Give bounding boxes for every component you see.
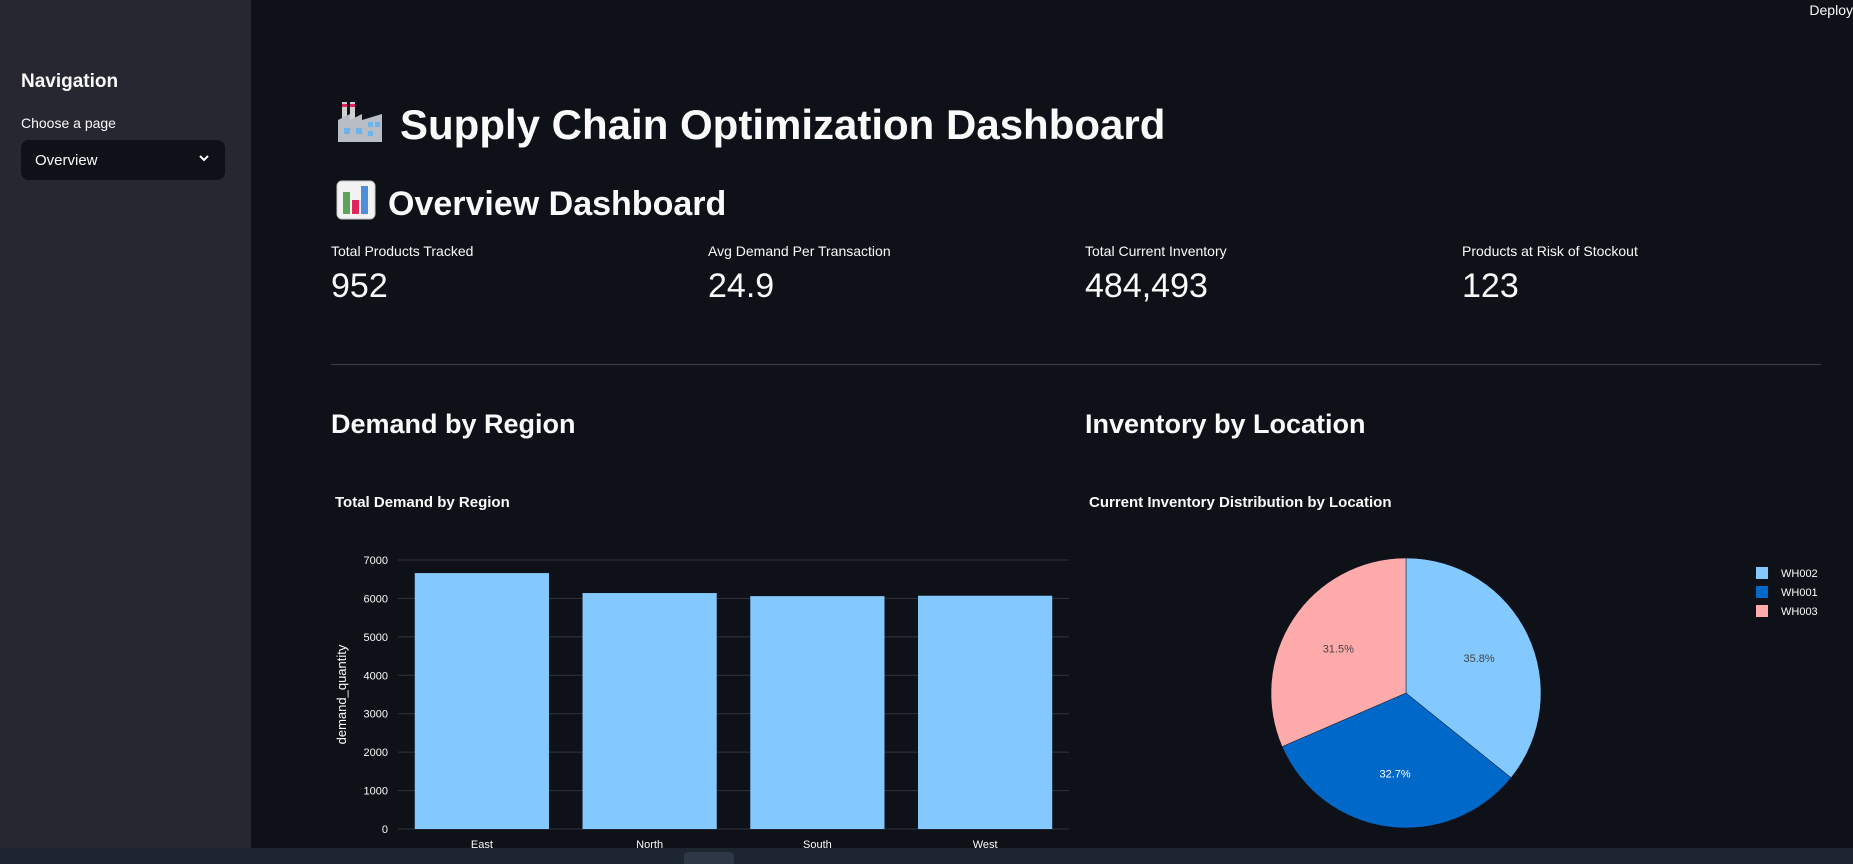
legend-label: WH002 [1781,568,1818,580]
pie-chart: 35.8% 32.7% 31.5% WH002 WH001 WH003 [1270,557,1818,829]
divider [331,364,1821,365]
y-tick-label: 6000 [364,593,388,605]
legend-label: WH001 [1781,587,1818,599]
metric-total-products: Total Products Tracked 952 [331,243,473,306]
y-tick-label: 1000 [364,786,388,798]
sidebar-title: Navigation [21,71,119,92]
bar [750,596,885,829]
legend-label: WH003 [1781,606,1818,618]
sidebar: Navigation Choose a page Overview [0,0,251,848]
bar-chart-title: Total Demand by Region [335,494,510,511]
legend-swatch [1756,586,1768,598]
page-select-value: Overview [35,151,98,169]
page-title: Supply Chain Optimization Dashboard [336,98,1165,152]
y-tick-label: 5000 [364,632,388,644]
pie-chart-title: Current Inventory Distribution by Locati… [1089,494,1392,511]
x-tick-label: South [803,839,832,848]
metric-label: Total Current Inventory [1085,243,1227,259]
pie-slice-label: 35.8% [1463,653,1494,665]
y-tick-label: 4000 [364,670,388,682]
x-tick-label: North [636,839,663,848]
bottom-bar [0,848,1853,864]
y-tick-label: 3000 [364,709,388,721]
metric-value: 952 [331,267,388,305]
y-tick-label: 7000 [364,555,388,567]
demand-section-title: Demand by Region [331,409,576,439]
section-title: Overview Dashboard [336,180,726,229]
x-tick-label: East [471,839,493,848]
pie-slice-label: 31.5% [1323,644,1354,656]
factory-icon [336,98,384,152]
page-title-text: Supply Chain Optimization Dashboard [400,101,1166,148]
y-axis-label: demand_quantity [334,644,349,744]
metric-value: 484,493 [1085,267,1208,305]
y-tick-label: 2000 [364,747,388,759]
metric-label: Avg Demand Per Transaction [708,243,891,259]
section-title-text: Overview Dashboard [388,185,727,223]
bar-chart-icon [336,180,376,229]
bar [582,593,717,829]
metric-avg-demand: Avg Demand Per Transaction 24.9 [708,243,891,306]
deploy-button[interactable]: Deploy [1809,0,1853,18]
metric-label: Products at Risk of Stockout [1462,243,1638,259]
metric-value: 24.9 [708,267,775,305]
bar [918,595,1053,829]
bar [414,573,549,829]
metric-label: Total Products Tracked [331,243,474,259]
legend-swatch [1756,605,1768,617]
y-tick-label: 0 [382,824,388,836]
bar-chart: 0 1000 2000 3000 4000 5000 6000 7000 demand_quan… [334,555,1069,848]
legend-swatch [1756,567,1768,579]
pie-slice-label: 32.7% [1379,768,1410,780]
page-select[interactable]: Overview [21,140,225,180]
metric-stockout-risk: Products at Risk of Stockout 123 [1462,243,1638,306]
metric-value: 123 [1462,267,1519,305]
scroll-handle[interactable] [684,852,734,864]
chevron-down-icon [197,151,211,169]
x-tick-label: West [973,839,998,848]
page-select-label: Choose a page [21,115,116,131]
metric-total-inventory: Total Current Inventory 484,493 [1085,243,1227,306]
inventory-section-title: Inventory by Location [1085,409,1366,439]
